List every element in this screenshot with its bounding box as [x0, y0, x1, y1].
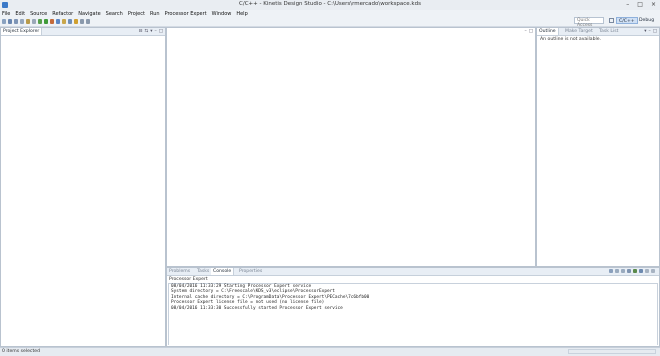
- bottom-panel-tabs: Problems Tasks Console Properties: [167, 268, 659, 276]
- perspective-debug-button[interactable]: Debug: [637, 17, 656, 24]
- new-icon[interactable]: [2, 19, 6, 24]
- maximize-button[interactable]: □: [637, 1, 643, 8]
- debug-icon[interactable]: [38, 19, 42, 24]
- tab-properties[interactable]: Properties: [237, 268, 264, 275]
- maximize-view-icon[interactable]: □: [653, 29, 657, 34]
- maximize-view-icon[interactable]: [651, 269, 655, 273]
- clear-console-icon[interactable]: [609, 269, 613, 273]
- console-toolbar: [609, 269, 655, 273]
- search-icon[interactable]: [62, 19, 66, 24]
- forward-icon[interactable]: [86, 19, 90, 24]
- view-menu-icon[interactable]: ▾: [150, 29, 152, 34]
- pin-console-icon[interactable]: [627, 269, 631, 273]
- console-panel: Problems Tasks Console Properties Proces…: [166, 267, 660, 347]
- minimize-button[interactable]: –: [626, 1, 629, 8]
- save-icon[interactable]: [8, 19, 12, 24]
- main-toolbar: [0, 18, 660, 27]
- outline-controls: ▾ – □: [644, 29, 657, 34]
- project-explorer-tabs: Project Explorer ⊟ ⇆ ▾ – □: [1, 28, 165, 36]
- clean-icon[interactable]: [32, 19, 36, 24]
- editor-area[interactable]: – □: [166, 27, 536, 267]
- menu-search[interactable]: Search: [106, 10, 123, 18]
- project-explorer-panel: Project Explorer ⊟ ⇆ ▾ – □: [0, 27, 166, 347]
- menu-help[interactable]: Help: [236, 10, 247, 18]
- new-class-icon[interactable]: [56, 19, 60, 24]
- console-line: 08/04/2016 11:33:30 Successfully started…: [171, 305, 343, 311]
- console-title: Processor Expert: [169, 277, 208, 282]
- menu-file[interactable]: File: [2, 10, 10, 18]
- minimize-editor-icon[interactable]: –: [524, 29, 526, 34]
- status-progress-slot: [568, 349, 656, 354]
- tab-tasks[interactable]: Tasks: [195, 268, 211, 275]
- quick-access-input[interactable]: Quick Access: [574, 17, 604, 28]
- menu-processor-expert[interactable]: Processor Expert: [165, 10, 207, 18]
- minimize-view-icon[interactable]: –: [154, 29, 156, 34]
- save-all-icon[interactable]: [14, 19, 18, 24]
- menu-refactor[interactable]: Refactor: [52, 10, 73, 18]
- window-controls: – □ ×: [626, 1, 656, 8]
- editor-controls: – □: [524, 29, 533, 34]
- collapse-all-icon[interactable]: ⊟: [139, 29, 143, 34]
- menu-project[interactable]: Project: [128, 10, 145, 18]
- outline-panel: Outline Make Target Task List ▾ – □ An o…: [536, 27, 660, 267]
- build-icon[interactable]: [26, 19, 30, 24]
- tab-outline[interactable]: Outline: [537, 28, 559, 35]
- outline-message: An outline is not available.: [540, 37, 602, 42]
- maximize-view-icon[interactable]: □: [159, 29, 163, 34]
- tab-task-list[interactable]: Task List: [597, 28, 620, 35]
- view-controls: ⊟ ⇆ ▾ – □: [139, 29, 163, 34]
- minimize-view-icon[interactable]: [645, 269, 649, 273]
- tab-console[interactable]: Console: [211, 268, 235, 275]
- print-icon[interactable]: [20, 19, 24, 24]
- menu-source[interactable]: Source: [30, 10, 47, 18]
- open-console-icon[interactable]: [639, 269, 643, 273]
- perspective-cc-button[interactable]: C/C++: [616, 17, 638, 24]
- scroll-lock-icon[interactable]: [615, 269, 619, 273]
- maximize-editor-icon[interactable]: □: [529, 29, 533, 34]
- menu-window[interactable]: Window: [212, 10, 232, 18]
- external-tools-icon[interactable]: [50, 19, 54, 24]
- outline-tabs: Outline Make Target Task List ▾ – □: [537, 28, 659, 36]
- processor-expert-icon[interactable]: [74, 19, 78, 24]
- minimize-view-icon[interactable]: –: [648, 29, 650, 34]
- run-icon[interactable]: [44, 19, 48, 24]
- status-text: 0 items selected: [2, 349, 41, 354]
- word-wrap-icon[interactable]: [621, 269, 625, 273]
- view-menu-icon[interactable]: ▾: [644, 29, 646, 34]
- menu-run[interactable]: Run: [150, 10, 160, 18]
- tab-problems[interactable]: Problems: [167, 268, 192, 275]
- close-button[interactable]: ×: [651, 1, 656, 8]
- menu-bar: File Edit Source Refactor Navigate Searc…: [0, 10, 660, 18]
- display-console-icon[interactable]: [633, 269, 637, 273]
- open-perspective-icon[interactable]: [609, 18, 614, 23]
- menu-edit[interactable]: Edit: [15, 10, 25, 18]
- open-type-icon[interactable]: [68, 19, 72, 24]
- menu-navigate[interactable]: Navigate: [78, 10, 100, 18]
- toolbar-icons: [2, 19, 90, 24]
- console-output[interactable]: 08/04/2016 11:33:29 Starting Processor E…: [168, 283, 658, 345]
- link-editor-icon[interactable]: ⇆: [144, 29, 148, 34]
- tab-project-explorer[interactable]: Project Explorer: [1, 28, 43, 35]
- window-title: C/C++ - Kinetis Design Studio - C:\Users…: [239, 1, 421, 7]
- back-icon[interactable]: [80, 19, 84, 24]
- tab-make-target[interactable]: Make Target: [563, 28, 595, 35]
